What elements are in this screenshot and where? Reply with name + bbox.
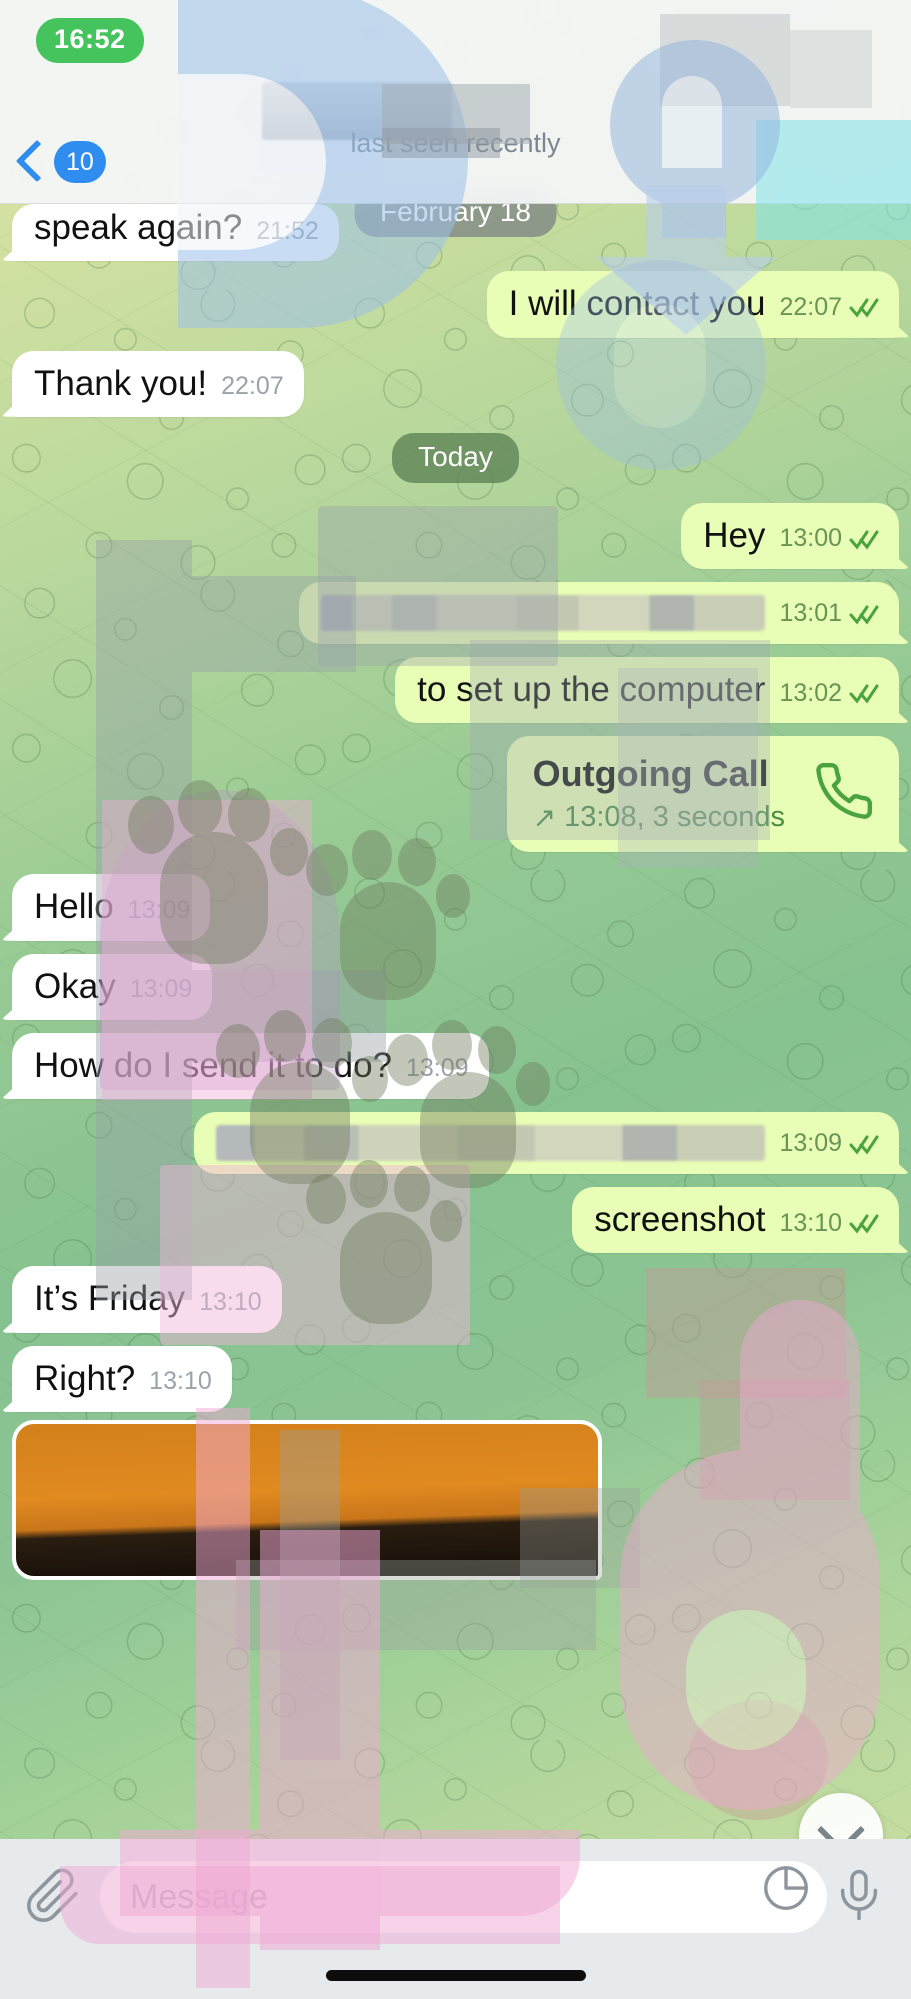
message-meta: 13:09: [130, 975, 193, 1007]
message-time: 13:00: [779, 524, 842, 553]
message-text: Hey: [703, 515, 766, 555]
message-time: 22:07: [221, 372, 284, 400]
message-row[interactable]: 13:01: [0, 582, 911, 644]
photo-attachment[interactable]: [12, 1419, 602, 1580]
message-bubble-outgoing[interactable]: I will contact you 22:07: [486, 271, 899, 338]
message-text: Right?: [34, 1358, 136, 1398]
message-row[interactable]: Right? 13:10: [0, 1345, 911, 1412]
message-bubble-outgoing[interactable]: screenshot 13:10: [572, 1187, 899, 1254]
message-meta: 13:10: [779, 1209, 879, 1241]
message-time: 13:10: [149, 1367, 212, 1396]
message-bubble-incoming[interactable]: How do I send it to do? 13:09: [12, 1032, 489, 1100]
message-text: How do I send it to do?: [34, 1045, 392, 1085]
message-meta: 13:09: [406, 1054, 469, 1086]
message-bubble-incoming[interactable]: It’s Friday 13:10: [12, 1266, 282, 1333]
message-bubble-incoming[interactable]: Okay 13:09: [12, 953, 213, 1020]
message-text: Okay: [34, 966, 116, 1006]
message-list[interactable]: speak again? 21:52 February 18 I will co…: [0, 188, 911, 1999]
microphone-icon[interactable]: [831, 1867, 887, 1928]
double-check-icon: [849, 682, 879, 704]
message-time: 13:09: [779, 1129, 842, 1158]
call-direction-arrow-icon: ↗: [532, 802, 557, 834]
message-time: 13:09: [127, 895, 191, 924]
double-check-icon: [849, 1133, 879, 1155]
double-check-icon: [849, 528, 879, 550]
message-bubble-outgoing-redacted[interactable]: 13:01: [299, 582, 899, 644]
call-detail-text: 13:08, 3 seconds: [564, 801, 785, 834]
date-chip-label: Today: [392, 432, 519, 483]
redacted-content: [321, 595, 766, 631]
message-meta: 13:09: [128, 896, 191, 928]
message-meta: 22:07: [221, 372, 284, 404]
message-text: Hello: [34, 887, 114, 927]
outgoing-call-bubble[interactable]: Outgoing Call ↗ 13:08, 3 seconds: [506, 736, 899, 853]
date-divider-today: Today: [0, 432, 911, 483]
double-check-icon: [849, 1212, 879, 1234]
message-time: 13:10: [779, 1208, 842, 1237]
message-time: 13:09: [129, 975, 193, 1004]
message-time: 13:10: [199, 1287, 262, 1316]
message-meta: 22:07: [779, 293, 879, 325]
message-input[interactable]: Message: [100, 1861, 827, 1933]
message-text: It’s Friday: [34, 1279, 186, 1319]
redacted-content: [216, 1125, 766, 1162]
message-time: 22:07: [779, 292, 842, 321]
sticker-icon[interactable]: [759, 1861, 813, 1920]
message-meta: 13:10: [149, 1367, 212, 1399]
call-title: Outgoing Call: [532, 753, 769, 795]
photo-message-row[interactable]: [0, 1419, 911, 1580]
chat-header: 16:52 10 last seen recently: [0, 0, 911, 204]
message-meta: 13:10: [199, 1288, 262, 1320]
double-check-icon: [849, 296, 879, 318]
message-time: 13:02: [779, 678, 842, 707]
message-bubble-outgoing[interactable]: to set up the computer 13:02: [395, 657, 899, 724]
message-row[interactable]: Okay 13:09: [0, 953, 911, 1020]
message-text: to set up the computer: [417, 670, 766, 709]
call-row[interactable]: Outgoing Call ↗ 13:08, 3 seconds: [0, 736, 911, 853]
message-time: 13:09: [406, 1054, 469, 1083]
message-meta: 13:02: [779, 679, 879, 711]
message-bubble-outgoing-redacted[interactable]: 13:09: [194, 1112, 899, 1175]
status-bar-clock: 16:52: [36, 18, 144, 63]
message-bubble-incoming[interactable]: Right? 13:10: [12, 1345, 232, 1412]
message-row[interactable]: screenshot 13:10: [0, 1187, 911, 1254]
contact-status-subtitle: last seen recently: [350, 128, 561, 158]
message-row[interactable]: Hello 13:09: [0, 874, 911, 941]
message-time: 21:52: [256, 216, 319, 245]
message-row[interactable]: Hey 13:00: [0, 502, 911, 569]
chat-screen: speak again? 21:52 February 18 I will co…: [0, 0, 911, 1999]
message-text: screenshot: [594, 1200, 766, 1240]
message-row[interactable]: How do I send it to do? 13:09: [0, 1032, 911, 1100]
message-row[interactable]: I will contact you 22:07: [0, 271, 911, 338]
message-bubble-outgoing[interactable]: Hey 13:00: [681, 502, 899, 569]
message-bubble-incoming[interactable]: Hello 13:09: [12, 874, 211, 941]
message-row[interactable]: It’s Friday 13:10: [0, 1266, 911, 1333]
message-row[interactable]: 13:09: [0, 1112, 911, 1175]
message-bubble-incoming[interactable]: Thank you! 22:07: [12, 350, 304, 417]
message-meta: 13:00: [779, 524, 879, 556]
message-meta: 21:52: [256, 217, 319, 249]
message-meta: 13:09: [779, 1129, 879, 1161]
message-text: Thank you!: [34, 363, 208, 403]
message-text: speak again?: [34, 208, 243, 247]
home-indicator: [325, 1970, 586, 1981]
message-meta: 13:01: [779, 599, 879, 631]
paperclip-icon[interactable]: [24, 1867, 82, 1930]
message-text: I will contact you: [508, 284, 766, 324]
double-check-icon: [849, 603, 879, 625]
message-time: 13:01: [779, 599, 842, 628]
phone-icon: [813, 760, 875, 827]
message-bubble-incoming[interactable]: speak again? 21:52: [12, 204, 339, 262]
message-row[interactable]: Thank you! 22:07: [0, 350, 911, 417]
call-details: ↗ 13:08, 3 seconds: [533, 801, 785, 834]
message-row[interactable]: to set up the computer 13:02: [0, 657, 911, 724]
message-input-placeholder: Message: [130, 1877, 268, 1916]
